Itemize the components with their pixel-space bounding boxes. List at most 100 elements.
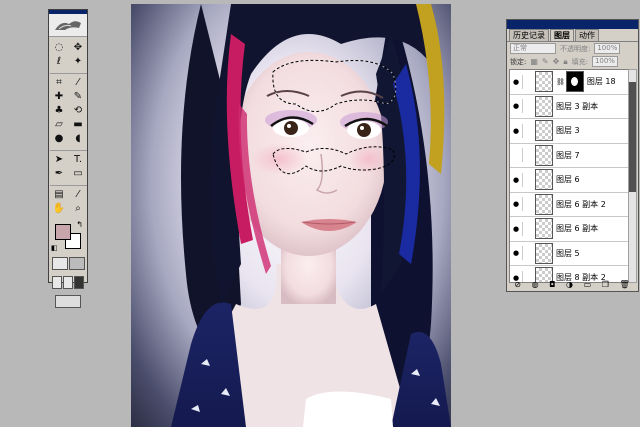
opacity-input[interactable]: 100% (594, 43, 621, 54)
magic-wand-tool-icon[interactable]: ✦ (69, 55, 87, 69)
clone-stamp-tool-icon[interactable]: ♣ (50, 104, 68, 118)
layers-footer: ⊘ ◍ ◘ ◑ ▭ ❐ 🗑︎ (509, 280, 635, 289)
jump-row (49, 292, 87, 311)
blend-row: 正常 不透明度: 100% (507, 42, 638, 55)
standard-screen-icon[interactable] (51, 276, 62, 289)
layer-link-toggle[interactable] (522, 197, 533, 212)
lock-position-icon[interactable]: ✥ (553, 57, 560, 66)
mask-mode-row (49, 254, 87, 273)
color-swatches: ↰ ◧ (51, 220, 85, 252)
tab-actions[interactable]: 动作 (575, 29, 599, 41)
layer-thumbnail (535, 71, 553, 93)
layer-name: 图层 18 (586, 77, 616, 87)
portrait-photo (171, 4, 451, 427)
brush-tool-icon[interactable]: ✎ (69, 90, 87, 104)
fx-icon[interactable]: ◍ (532, 280, 539, 289)
move-tool-icon[interactable]: ✥ (69, 41, 87, 55)
tab-history[interactable]: 历史记录 (509, 29, 549, 41)
app-logo-icon[interactable] (49, 14, 87, 37)
document-canvas[interactable] (131, 4, 451, 427)
layer-row[interactable]: ● ⛓ 图层 18 (510, 70, 632, 95)
type-tool-icon[interactable]: T. (69, 153, 87, 167)
layer-link-toggle[interactable] (522, 123, 533, 138)
layer-row[interactable]: ● 图层 3 (510, 119, 632, 144)
layer-link-toggle[interactable] (522, 99, 533, 114)
swap-colors-icon[interactable]: ↰ (76, 220, 83, 229)
pen-tool-icon[interactable]: ✒ (50, 167, 68, 181)
layers-panel-title-bar[interactable] (507, 20, 638, 29)
folder-icon[interactable]: ▭ (584, 280, 592, 289)
lock-transparency-icon[interactable]: ▦ (530, 57, 538, 66)
visibility-eye-icon[interactable]: ● (510, 249, 522, 257)
new-layer-icon[interactable]: ❐ (602, 280, 609, 289)
layer-link-toggle[interactable] (522, 172, 533, 187)
layer-name: 图层 3 副本 (556, 101, 599, 111)
layer-row[interactable]: ● 图层 6 副本 2 (510, 193, 632, 217)
dodge-tool-icon[interactable]: ◖ (69, 132, 87, 146)
fill-label: 填充: (571, 57, 588, 66)
healing-brush-tool-icon[interactable]: ✚ (50, 90, 68, 104)
full-screen-icon[interactable] (74, 276, 85, 289)
layer-thumbnail (535, 144, 553, 166)
scrollbar-thumb[interactable] (629, 82, 636, 192)
layer-link-toggle[interactable] (522, 148, 533, 163)
rectangle-tool-icon[interactable]: ▭ (69, 167, 87, 181)
screen-mode-row (49, 273, 87, 292)
layer-link-toggle[interactable] (522, 246, 533, 261)
layers-scrollbar[interactable] (628, 69, 637, 283)
link-icon[interactable]: ⊘ (514, 280, 521, 289)
zoom-tool-icon[interactable]: ⌕ (69, 202, 87, 216)
layer-name: 图层 7 (556, 150, 580, 160)
visibility-eye-icon[interactable]: ● (510, 200, 522, 208)
foreground-color-swatch[interactable] (55, 224, 71, 240)
tool-separator (50, 146, 87, 151)
hand-tool-icon[interactable]: ✋ (50, 202, 68, 216)
layer-row[interactable]: ● 图层 6 (510, 168, 632, 193)
notes-tool-icon[interactable]: ▤ (50, 188, 68, 202)
blend-mode-select[interactable]: 正常 (510, 43, 556, 54)
layer-mask-thumbnail[interactable] (565, 71, 584, 93)
marquee-tool-icon[interactable]: ◌ (50, 41, 68, 55)
lock-label: 锁定: (510, 57, 527, 66)
lock-image-icon[interactable]: ✎ (542, 57, 549, 66)
layer-thumbnail (535, 193, 553, 215)
mask-icon[interactable]: ◘ (549, 280, 555, 289)
mask-link-icon[interactable]: ⛓ (556, 78, 565, 86)
layer-row[interactable]: ● 图层 5 (510, 242, 632, 266)
jump-to-imageready-icon[interactable] (55, 295, 81, 308)
visibility-eye-icon[interactable]: ● (510, 176, 522, 184)
layer-link-toggle[interactable] (522, 221, 533, 236)
opacity-label: 不透明度: (560, 44, 591, 53)
visibility-eye-icon[interactable]: ● (510, 102, 522, 110)
visibility-eye-icon[interactable]: ● (510, 127, 522, 135)
layer-row[interactable]: 图层 7 (510, 144, 632, 168)
panel-tabs: 历史记录 图层 动作 (507, 29, 638, 42)
layer-name: 图层 3 (556, 126, 580, 136)
gradient-tool-icon[interactable]: ▬ (69, 118, 87, 132)
path-selection-tool-icon[interactable]: ➤ (50, 153, 68, 167)
eraser-tool-icon[interactable]: ▱ (50, 118, 68, 132)
quick-mask-mode-icon[interactable] (68, 257, 85, 270)
tool-grid: ◌ ✥ ℓ ✦ ⌗ ⁄ ✚ ✎ ♣ ⟲ ▱ ▬ ● ◖ ➤ T. ✒ ▭ ▤ ⁄ ✋ ⌕ (49, 37, 87, 216)
slice-tool-icon[interactable]: ⁄ (69, 76, 87, 90)
lock-all-icon[interactable]: 🔒︎ (563, 57, 567, 67)
trash-icon[interactable]: 🗑︎ (619, 280, 629, 289)
default-colors-icon[interactable]: ◧ (51, 244, 58, 252)
full-screen-menu-icon[interactable] (62, 276, 73, 289)
fill-input[interactable]: 100% (591, 56, 618, 67)
layer-link-toggle[interactable] (522, 74, 533, 89)
eyedropper-tool-icon[interactable]: ⁄ (69, 188, 87, 202)
tab-layers[interactable]: 图层 (550, 29, 574, 41)
layers-panel: 历史记录 图层 动作 正常 不透明度: 100% 锁定: ▦ ✎ ✥ 🔒︎ 填充: … (506, 19, 639, 292)
history-brush-tool-icon[interactable]: ⟲ (69, 104, 87, 118)
lasso-tool-icon[interactable]: ℓ (50, 55, 68, 69)
crop-tool-icon[interactable]: ⌗ (50, 76, 68, 90)
visibility-eye-icon[interactable]: ● (510, 78, 522, 86)
layer-row[interactable]: ● 图层 6 副本 (510, 217, 632, 242)
blur-tool-icon[interactable]: ● (50, 132, 68, 146)
layer-name: 图层 6 副本 (556, 224, 599, 234)
standard-mode-icon[interactable] (51, 257, 68, 270)
layer-row[interactable]: ● 图层 3 副本 (510, 95, 632, 119)
visibility-eye-icon[interactable]: ● (510, 225, 522, 233)
adjustment-icon[interactable]: ◑ (566, 280, 573, 289)
